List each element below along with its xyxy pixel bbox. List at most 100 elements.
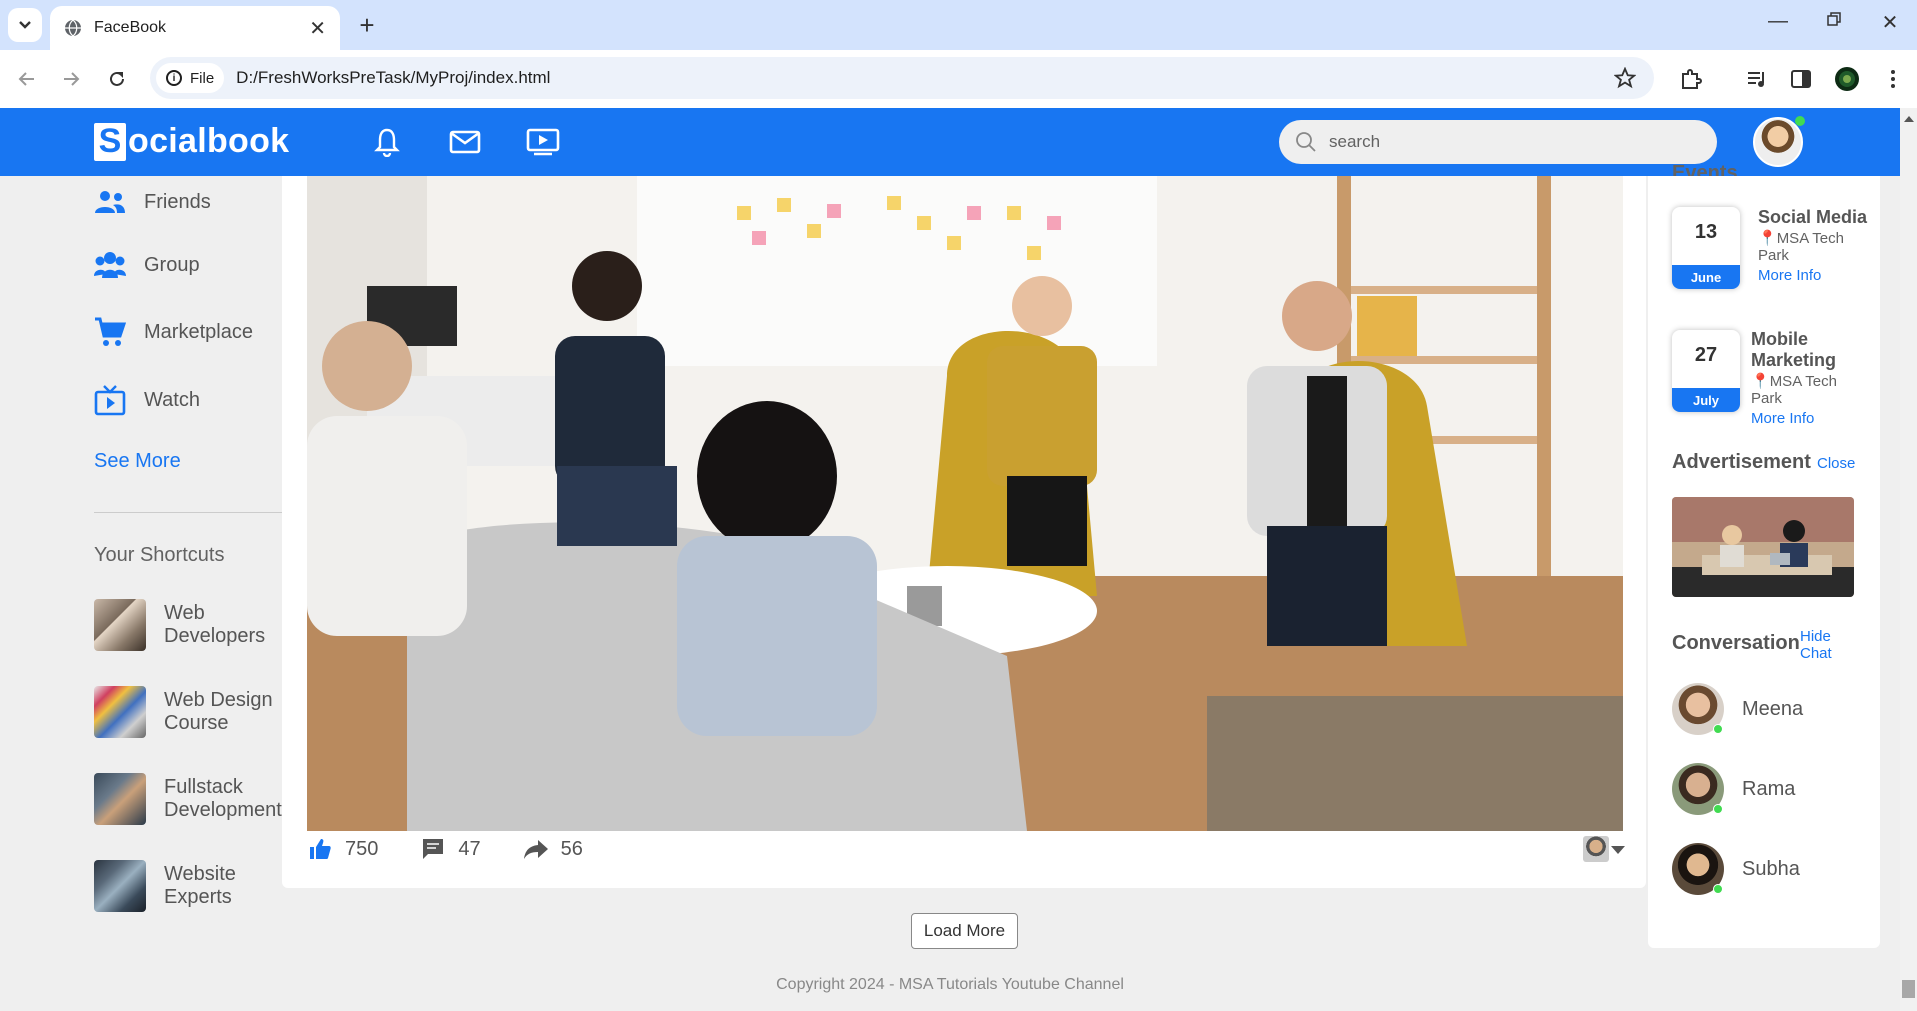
menu-icon[interactable]	[1880, 66, 1906, 92]
ad-close-link[interactable]: Close	[1817, 455, 1855, 472]
caret-down-icon[interactable]	[1611, 846, 1625, 854]
browser-tab[interactable]: FaceBook ✕	[50, 6, 340, 50]
group-icon	[94, 249, 126, 281]
event-details: Mobile Marketing 📍MSA Tech Park More Inf…	[1751, 329, 1861, 427]
contact-name: Meena	[1742, 697, 1804, 720]
shortcut-thumbnail	[94, 860, 146, 912]
location-pin-icon: 📍	[1758, 230, 1777, 247]
scroll-thumb[interactable]	[1902, 980, 1915, 998]
close-tab-icon[interactable]: ✕	[309, 16, 326, 41]
comment-icon	[420, 836, 446, 862]
sidebar-item-friends[interactable]: Friends	[94, 186, 211, 218]
online-indicator	[1713, 884, 1723, 894]
tv-icon	[94, 384, 126, 416]
chat-contact[interactable]: Rama	[1672, 763, 1795, 815]
shortcut-thumbnail	[94, 599, 146, 651]
shortcut-item[interactable]: Web Design Course	[94, 686, 294, 738]
conversation-heading: Conversation	[1672, 632, 1800, 654]
scroll-up-arrow-icon[interactable]	[1904, 116, 1914, 122]
see-all-link[interactable]: See All	[1808, 165, 1852, 176]
sidebar-item-label: Friends	[144, 190, 211, 213]
sidebar-item-watch[interactable]: Watch	[94, 384, 200, 416]
search-box[interactable]	[1279, 120, 1717, 164]
shortcut-item[interactable]: Fullstack Development	[94, 773, 294, 825]
contact-avatar	[1672, 843, 1724, 895]
like-count: 750	[345, 837, 379, 860]
back-icon[interactable]	[14, 66, 40, 92]
shortcut-item[interactable]: Website Experts	[94, 860, 294, 912]
online-indicator	[1795, 116, 1805, 126]
comment-count: 47	[458, 837, 481, 860]
post-image[interactable]	[307, 176, 1623, 831]
sidebar-item-group[interactable]: Group	[94, 249, 200, 281]
profile-icon[interactable]	[1834, 66, 1860, 92]
online-indicator	[1713, 804, 1723, 814]
shortcut-item[interactable]: Web Developers	[94, 599, 294, 651]
chat-contact[interactable]: Subha	[1672, 843, 1800, 895]
search-icon	[1296, 132, 1316, 152]
more-info-link[interactable]: More Info	[1751, 410, 1861, 427]
event-location: 📍MSA Tech Park	[1758, 230, 1844, 264]
contact-name: Subha	[1742, 857, 1800, 880]
search-input[interactable]	[1329, 132, 1689, 152]
address-bar[interactable]: i File D:/FreshWorksPreTask/MyProj/index…	[150, 57, 1654, 99]
load-more-button[interactable]: Load More	[911, 913, 1018, 949]
logo-mark: S	[94, 122, 126, 161]
advertisement-image[interactable]	[1672, 497, 1854, 597]
new-tab-button[interactable]: +	[352, 10, 382, 40]
app-header: S ocialbook	[0, 108, 1900, 176]
comment-button[interactable]: 47	[420, 836, 481, 862]
browser-tabbar: FaceBook ✕ + — ✕	[0, 0, 1917, 50]
online-indicator	[1713, 724, 1723, 734]
sidebar-divider	[94, 512, 282, 513]
footer-copyright: Copyright 2024 - MSA Tutorials Youtube C…	[776, 976, 1124, 993]
chip-label: File	[190, 69, 215, 87]
event-day: 13	[1694, 221, 1718, 243]
events-heading: Events	[1672, 162, 1738, 176]
share-icon	[523, 836, 549, 862]
star-icon[interactable]	[1614, 67, 1636, 89]
chat-contact[interactable]: Meena	[1672, 683, 1803, 735]
close-window-icon[interactable]: ✕	[1870, 10, 1910, 35]
tab-list-button[interactable]	[8, 8, 42, 42]
minimize-icon[interactable]: —	[1758, 10, 1798, 33]
bell-icon[interactable]	[369, 124, 405, 160]
like-button[interactable]: 750	[307, 836, 378, 862]
shortcut-thumbnail	[94, 773, 146, 825]
more-info-link[interactable]: More Info	[1758, 267, 1868, 284]
extensions-icon[interactable]	[1678, 66, 1704, 92]
side-panel-icon[interactable]	[1788, 66, 1814, 92]
event-date-badge: 13 June	[1672, 207, 1740, 289]
url-text: D:/FreshWorksPreTask/MyProj/index.html	[236, 68, 551, 87]
restore-icon[interactable]	[1814, 10, 1854, 33]
logo[interactable]: S ocialbook	[94, 122, 289, 161]
sidebar-item-marketplace[interactable]: Marketplace	[94, 316, 253, 348]
mail-icon[interactable]	[447, 124, 483, 160]
event-month: June	[1672, 265, 1740, 289]
forward-icon[interactable]	[58, 66, 84, 92]
shortcut-thumbnail	[94, 686, 146, 738]
shortcut-label: Website Experts	[164, 863, 236, 908]
sidebar-item-label: Marketplace	[144, 320, 253, 343]
event-date-badge: 27 July	[1672, 330, 1740, 412]
see-more-link[interactable]: See More	[94, 450, 181, 473]
contact-avatar	[1672, 683, 1724, 735]
shortcut-label: Web Design Course	[164, 689, 273, 734]
site-info-chip[interactable]: i File	[156, 63, 225, 93]
hide-chat-link[interactable]: Hide Chat	[1800, 628, 1850, 662]
video-icon[interactable]	[525, 124, 561, 160]
share-count: 56	[560, 837, 583, 860]
page-scrollbar[interactable]	[1900, 108, 1917, 1011]
logo-text: ocialbook	[128, 122, 290, 160]
thumbs-up-icon	[307, 836, 333, 862]
event-title: Social Media	[1758, 207, 1868, 227]
post-author-avatar[interactable]	[1583, 836, 1609, 862]
media-control-icon[interactable]	[1744, 66, 1770, 92]
friends-icon	[94, 186, 126, 218]
shortcut-label: Web Developers	[164, 602, 266, 647]
event-day: 27	[1694, 344, 1718, 366]
reload-icon[interactable]	[104, 66, 130, 92]
event-location: 📍MSA Tech Park	[1751, 373, 1837, 407]
share-button[interactable]: 56	[523, 836, 583, 862]
info-icon: i	[166, 70, 182, 86]
